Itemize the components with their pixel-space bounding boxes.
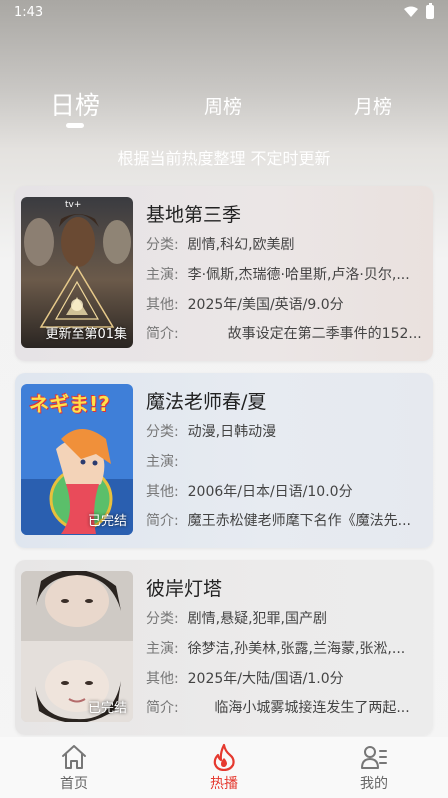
item-cast: 徐梦洁,孙美林,张露,兰海蒙,张淞,... xyxy=(187,641,406,657)
bottom-nav: 首页 热播 我的 xyxy=(0,737,448,798)
cast-label: 主演: xyxy=(146,267,179,283)
nav-hot-label: 热播 xyxy=(210,776,238,792)
poster-image: ネギま!? 已完结 xyxy=(21,384,133,535)
intro-label: 简介: xyxy=(146,513,179,529)
item-other: 2025年/美国/英语/9.0分 xyxy=(187,297,344,313)
flame-icon xyxy=(213,743,235,771)
ranking-tabs: 日榜 周榜 月榜 xyxy=(0,86,448,132)
item-intro: 临海小城雾城接连发生了两起... xyxy=(187,700,410,716)
tab-weekly[interactable]: 周榜 xyxy=(204,92,242,119)
genre-label: 分类: xyxy=(146,424,179,440)
ranking-subtitle: 根据当前热度整理 不定时更新 xyxy=(117,149,331,168)
other-label: 其他: xyxy=(146,671,179,687)
intro-label: 简介: xyxy=(146,326,179,342)
list-item[interactable]: tv+ 更新至第01集 基地第三季 分类: 剧情,科幻,欧美剧 主演: 李·佩斯… xyxy=(15,186,433,361)
genre-label: 分类: xyxy=(146,237,179,253)
status-bar: 1:43 xyxy=(0,0,448,24)
nav-me[interactable]: 我的 xyxy=(344,737,404,798)
item-title: 彼岸灯塔 xyxy=(146,578,223,600)
home-icon xyxy=(62,745,86,769)
list-item[interactable]: ネギま!? 已完结 魔法老师春/夏 分类: 动漫,日韩动漫 主演: 其他: 20… xyxy=(15,373,433,548)
other-label: 其他: xyxy=(146,484,179,500)
poster-image: 已完结 xyxy=(21,571,133,722)
item-other: 2006年/日本/日语/10.0分 xyxy=(187,484,353,500)
item-cast: 李·佩斯,杰瑞德·哈里斯,卢洛·贝尔,... xyxy=(187,267,410,283)
item-title: 魔法老师春/夏 xyxy=(146,391,267,413)
cast-label: 主演: xyxy=(146,641,179,657)
nav-home-label: 首页 xyxy=(60,776,88,792)
wifi-icon xyxy=(404,6,418,17)
nav-hot[interactable]: 热播 xyxy=(194,737,254,798)
tab-monthly[interactable]: 月榜 xyxy=(354,92,392,119)
nav-me-label: 我的 xyxy=(360,776,388,792)
other-label: 其他: xyxy=(146,297,179,313)
status-badge: 已完结 xyxy=(87,701,127,716)
battery-icon xyxy=(426,3,434,19)
item-genre: 剧情,悬疑,犯罪,国产剧 xyxy=(187,611,327,627)
list-item[interactable]: 已完结 彼岸灯塔 分类: 剧情,悬疑,犯罪,国产剧 主演: 徐梦洁,孙美林,张露… xyxy=(15,560,433,735)
item-genre: 剧情,科幻,欧美剧 xyxy=(187,237,295,253)
item-intro: 故事设定在第二季事件的152... xyxy=(187,326,422,342)
tab-daily[interactable]: 日榜 xyxy=(50,86,100,122)
item-intro: 魔王赤松健老师麾下名作《魔法先... xyxy=(187,513,411,529)
active-tab-indicator xyxy=(66,123,84,128)
cast-label: 主演: xyxy=(146,454,179,470)
status-badge: 更新至第01集 xyxy=(45,327,127,342)
poster-brand: ネギま!? xyxy=(29,392,110,416)
item-genre: 动漫,日韩动漫 xyxy=(187,424,277,440)
genre-label: 分类: xyxy=(146,611,179,627)
item-title: 基地第三季 xyxy=(146,204,242,226)
nav-home[interactable]: 首页 xyxy=(44,737,104,798)
profile-icon xyxy=(361,746,387,769)
status-badge: 已完结 xyxy=(87,514,127,529)
poster-image: tv+ 更新至第01集 xyxy=(21,197,133,348)
intro-label: 简介: xyxy=(146,700,179,716)
status-time: 1:43 xyxy=(14,4,44,20)
poster-brand: tv+ xyxy=(65,200,82,210)
item-other: 2025年/大陆/国语/1.0分 xyxy=(187,671,344,687)
